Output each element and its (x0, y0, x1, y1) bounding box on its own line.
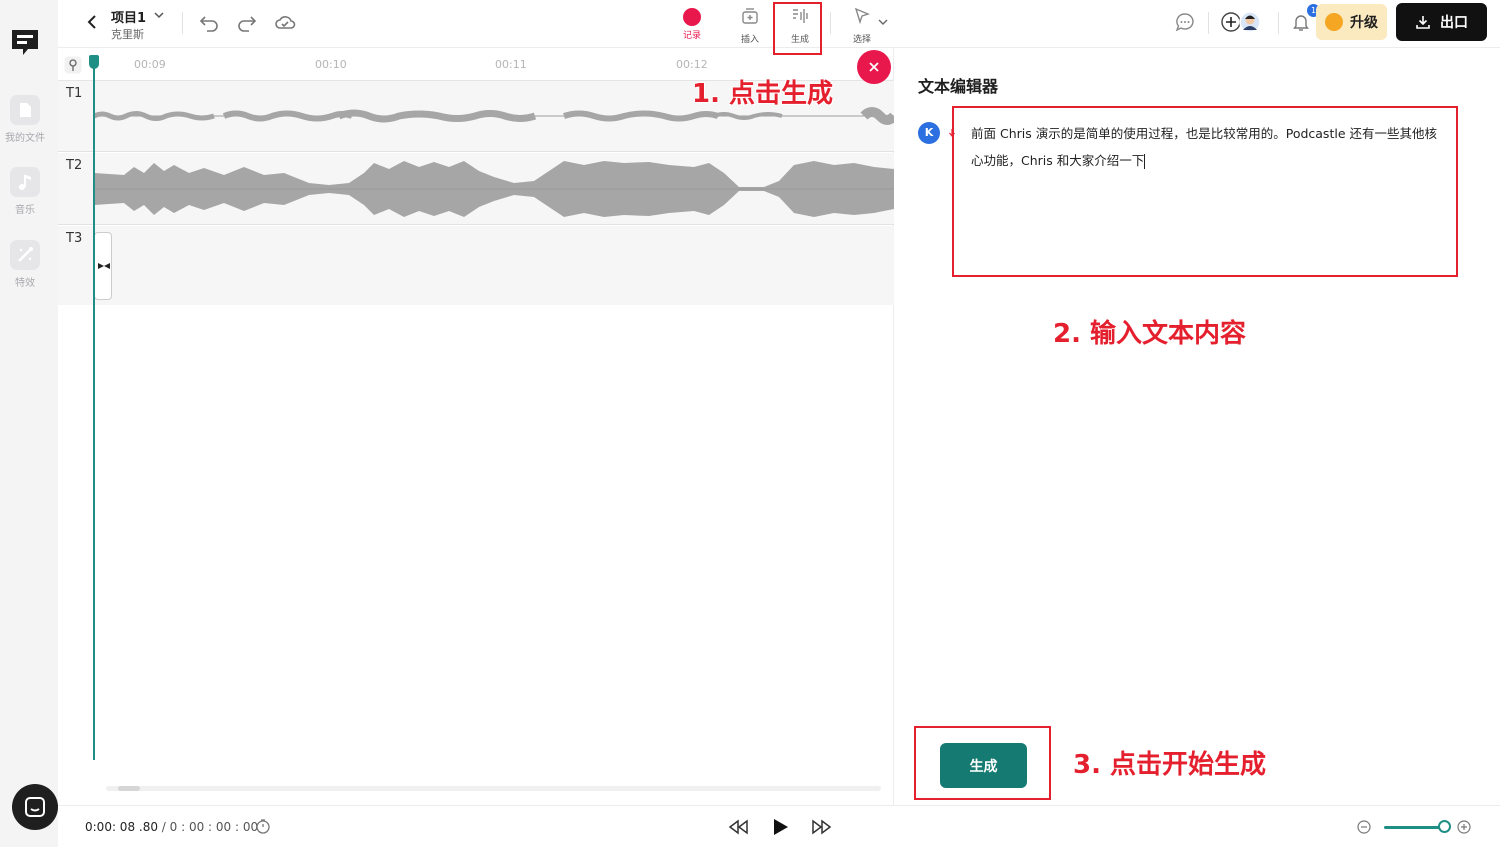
divider (1208, 12, 1209, 34)
comment-icon[interactable] (1174, 11, 1196, 33)
music-note-icon (10, 167, 40, 197)
magic-wand-icon (10, 240, 40, 270)
ruler-tick: 00:09 (134, 58, 166, 71)
tool-label: 记录 (682, 31, 701, 41)
zoom-slider-handle[interactable] (1438, 820, 1451, 833)
highlight-box-text-input (952, 106, 1458, 277)
sidebar-item-label: 我的文件 (5, 133, 45, 144)
export-label: 出口 (1440, 15, 1468, 31)
close-icon (869, 62, 879, 72)
chevron-down-icon[interactable] (153, 10, 165, 20)
app-logo-icon[interactable] (10, 26, 40, 58)
download-icon (1416, 16, 1430, 29)
highlight-box-generate-button (914, 726, 1051, 800)
timecode: 0:00: 08 .80 / 0 : 00 : 00 : 00 (85, 820, 259, 834)
annotation-step-3: 3. 点击开始生成 (1073, 750, 1267, 780)
ruler-tick: 00:12 (676, 58, 708, 71)
project-owner: 克里斯 (111, 28, 144, 41)
redo-icon[interactable] (236, 11, 258, 33)
clip-handle-icon (98, 263, 110, 269)
annotation-step-1: 1. 点击生成 (692, 79, 834, 109)
snap-pin-icon[interactable] (64, 56, 82, 74)
waveform-t2[interactable] (94, 153, 894, 225)
insert-icon (742, 8, 758, 24)
zoom-slider[interactable] (1384, 826, 1442, 829)
annotation-step-2: 2. 输入文本内容 (1053, 319, 1247, 349)
track-label: T1 (66, 86, 83, 101)
sidebar-item-label: 特效 (15, 278, 35, 289)
panel-title: 文本编辑器 (918, 77, 999, 96)
play-icon[interactable] (768, 816, 792, 838)
upgrade-label: 升级 (1350, 15, 1378, 31)
project-name[interactable]: 项目1 (111, 7, 146, 26)
total-time: 0 : 00 : 00 : 00 (169, 820, 259, 834)
scrollbar-thumb[interactable] (118, 786, 140, 791)
undo-icon[interactable] (198, 11, 220, 33)
speaker-avatar[interactable]: K (918, 122, 940, 144)
pointer-icon (854, 7, 870, 25)
sidebar-item-music[interactable]: 音乐 (0, 167, 50, 216)
crown-coin-icon (1325, 13, 1343, 31)
timeline-panel: 00:09 00:10 00:11 00:12 T1 T2 T3 (58, 48, 894, 805)
chat-icon (25, 797, 45, 817)
track-t2[interactable]: T2 (58, 153, 894, 225)
upgrade-button[interactable]: 升级 (1316, 4, 1387, 40)
sidebar-item-my-files[interactable]: 我的文件 (0, 95, 50, 144)
sidebar-item-effects[interactable]: 特效 (0, 240, 50, 289)
track-label: T2 (66, 158, 83, 173)
current-time: 0:00: 08 .80 (85, 820, 158, 834)
record-icon (683, 8, 701, 26)
tool-label: 选择 (852, 35, 871, 45)
divider (182, 12, 183, 34)
tool-insert[interactable]: 插入 (727, 6, 773, 45)
sidebar-item-label: 音乐 (15, 205, 35, 216)
tool-label: 插入 (740, 35, 759, 45)
zoom-out-icon[interactable] (1357, 820, 1371, 834)
back-arrow-icon[interactable] (84, 12, 100, 32)
divider (830, 12, 831, 34)
file-icon (10, 95, 40, 125)
left-sidebar: 我的文件 音乐 特效 (0, 0, 58, 847)
tool-record[interactable]: 记录 (669, 6, 715, 41)
export-button[interactable]: 出口 (1396, 3, 1487, 41)
highlight-box-generate-tool (773, 2, 822, 55)
track-label: T3 (66, 231, 83, 246)
playhead-handle[interactable] (89, 55, 99, 69)
playback-bar: 0:00: 08 .80 / 0 : 00 : 00 : 00 (58, 805, 1500, 847)
divider (1278, 12, 1279, 34)
rewind-icon[interactable] (726, 816, 750, 838)
horizontal-scrollbar[interactable] (106, 786, 881, 791)
zoom-in-icon[interactable] (1457, 820, 1471, 834)
support-chat-button[interactable] (12, 784, 58, 830)
text-clip[interactable] (94, 232, 112, 300)
cloud-sync-icon[interactable] (274, 11, 296, 33)
fast-forward-icon[interactable] (810, 816, 834, 838)
close-panel-button[interactable] (857, 50, 891, 84)
ruler-tick: 00:11 (495, 58, 527, 71)
timer-icon[interactable] (255, 818, 271, 834)
chevron-down-icon[interactable] (878, 18, 888, 26)
ruler-tick: 00:10 (315, 58, 347, 71)
track-t3[interactable]: T3 (58, 226, 894, 305)
playhead-line[interactable] (93, 57, 95, 760)
avatar[interactable] (1239, 11, 1261, 33)
